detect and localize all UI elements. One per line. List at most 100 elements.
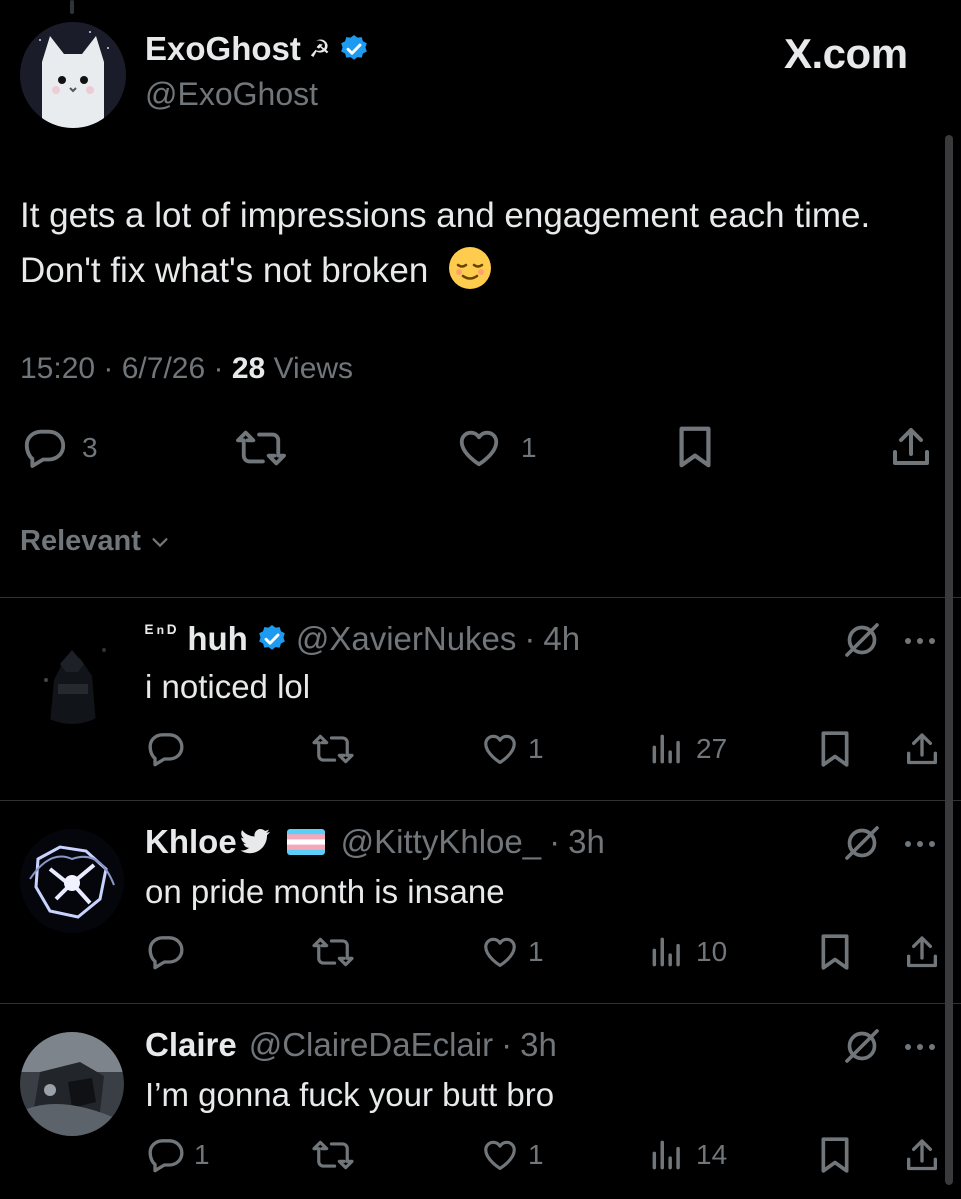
relieved-face-emoji	[448, 246, 492, 290]
repost-icon	[312, 1140, 354, 1170]
reply-text: i noticed lol	[145, 668, 311, 705]
bookmark-icon	[679, 426, 711, 468]
reply-handle[interactable]: @KittyKhloe_	[341, 823, 541, 861]
reply-time[interactable]: 3h	[568, 823, 605, 861]
views-button[interactable]	[650, 933, 684, 971]
like-count: 1	[528, 936, 544, 967]
reply-time[interactable]: 4h	[543, 620, 580, 658]
reply-item[interactable]: Khloe @KittyKhloe_ · 3h on pride month i…	[0, 801, 961, 1003]
views-button[interactable]	[650, 730, 684, 768]
reply-item[interactable]: ᴱⁿᴰ huh @XavierNukes · 4h i noticed lol	[0, 598, 961, 800]
like-icon	[484, 1140, 516, 1171]
like-count: 1	[528, 733, 544, 764]
post-meta: 15:20 · 6/7/26 · 28 Views	[20, 352, 354, 385]
author-handle[interactable]: @ExoGhost	[145, 76, 318, 113]
repost-action[interactable]	[234, 425, 288, 471]
verified-icon	[256, 623, 288, 655]
separator-dot: ·	[501, 1026, 513, 1063]
views-count: 27	[696, 733, 728, 764]
reply-avatar[interactable]	[20, 1032, 124, 1136]
views-icon	[652, 1140, 680, 1170]
reply-author-name[interactable]: Khloe	[145, 823, 237, 861]
reply-icon	[148, 1139, 184, 1173]
scrollbar[interactable]	[945, 135, 953, 1185]
reply-action[interactable]: 3	[22, 425, 98, 471]
reply-icon	[148, 936, 184, 970]
top-edge-marker	[70, 0, 74, 14]
bookmark-button[interactable]	[818, 729, 852, 769]
reply-text: I’m gonna fuck your butt bro	[145, 1076, 555, 1113]
like-icon	[484, 937, 516, 968]
reply-sort-label: Relevant	[20, 525, 141, 557]
grok-icon	[845, 826, 879, 860]
share-button[interactable]	[902, 1136, 942, 1176]
repost-button[interactable]	[310, 730, 356, 768]
reply-time[interactable]: 3h	[520, 1026, 557, 1064]
post-text-body: It gets a lot of impressions and engagem…	[20, 196, 871, 290]
author-avatar[interactable]	[20, 22, 126, 128]
repost-icon	[312, 937, 354, 967]
reply-text: on pride month is insane	[145, 873, 505, 910]
like-button[interactable]	[480, 933, 520, 971]
verified-icon	[338, 33, 370, 65]
more-options-button[interactable]	[902, 838, 938, 850]
bookmark-icon	[821, 1137, 849, 1173]
share-button[interactable]	[902, 933, 942, 973]
views-count: 14	[696, 1139, 728, 1170]
reply-header: Claire @ClaireDaEclair · 3h	[145, 1026, 557, 1064]
like-count: 1	[528, 1139, 544, 1170]
share-icon	[907, 733, 937, 765]
separator-dot: ·	[524, 620, 536, 657]
reply-handle[interactable]: @XavierNukes	[296, 620, 517, 658]
reply-button[interactable]	[146, 932, 186, 972]
views-button[interactable]	[650, 1136, 684, 1174]
reply-count: 3	[82, 432, 98, 463]
repost-button[interactable]	[310, 1136, 356, 1174]
repost-button[interactable]	[310, 933, 356, 971]
reply-button[interactable]	[146, 729, 186, 769]
bookmark-icon	[821, 934, 849, 970]
reply-button[interactable]	[146, 1135, 186, 1175]
reply-icon	[148, 733, 184, 767]
views-count: 28	[231, 352, 266, 385]
bookmark-button[interactable]	[818, 932, 852, 972]
like-icon	[455, 425, 503, 471]
bookmark-icon	[821, 731, 849, 767]
separator-dot: ·	[549, 823, 561, 860]
bird-icon	[239, 828, 271, 856]
like-count: 1	[521, 432, 537, 463]
share-button[interactable]	[902, 730, 942, 770]
more-options-button[interactable]	[902, 635, 938, 647]
views-label: Views	[273, 352, 354, 385]
reply-handle[interactable]: @ClaireDaEclair	[249, 1026, 493, 1064]
more-options-button[interactable]	[902, 1041, 938, 1053]
views-icon	[652, 734, 680, 764]
share-icon	[907, 936, 937, 968]
reply-author-name[interactable]: huh	[187, 620, 247, 658]
share-action[interactable]	[887, 424, 935, 472]
like-button[interactable]	[480, 1136, 520, 1174]
reply-header: Khloe @KittyKhloe_ · 3h	[145, 823, 605, 861]
bookmark-button[interactable]	[818, 1135, 852, 1175]
like-button[interactable]	[480, 730, 520, 768]
grok-button[interactable]	[842, 1026, 882, 1066]
reply-avatar[interactable]	[20, 620, 124, 724]
more-icon	[905, 841, 935, 847]
grok-button[interactable]	[842, 823, 882, 863]
author-name-row[interactable]: ExoGhost ☭	[145, 30, 370, 68]
grok-icon	[845, 623, 879, 657]
bookmark-action[interactable]	[674, 424, 716, 470]
reply-header: ᴱⁿᴰ huh @XavierNukes · 4h	[145, 620, 580, 658]
like-action[interactable]: 1	[455, 425, 537, 471]
views-icon	[652, 937, 680, 967]
reply-author-name[interactable]: Claire	[145, 1026, 237, 1064]
reply-icon	[22, 425, 68, 471]
reply-sort-dropdown[interactable]: Relevant	[20, 525, 171, 558]
grok-button[interactable]	[842, 620, 882, 660]
author-symbol: ☭	[308, 35, 331, 63]
repost-icon	[236, 430, 286, 466]
grok-icon	[845, 1029, 879, 1063]
author-name[interactable]: ExoGhost	[145, 30, 301, 68]
views-count: 10	[696, 936, 728, 967]
reply-avatar[interactable]	[20, 829, 124, 933]
